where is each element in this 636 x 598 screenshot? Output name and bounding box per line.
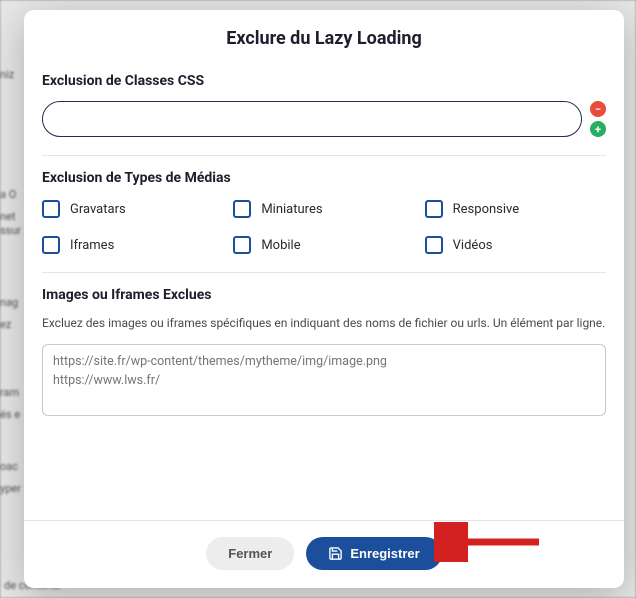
save-icon: [328, 546, 343, 561]
bg-text: ram: [0, 386, 19, 399]
modal-body: Exclusion de Classes CSS − + Exclusion d…: [24, 59, 624, 520]
checkbox-miniatures[interactable]: Miniatures: [233, 200, 414, 218]
bg-text: ssur: [0, 224, 21, 237]
checkbox-label: Responsive: [453, 202, 520, 217]
checkbox-iframes[interactable]: Iframes: [42, 236, 223, 254]
modal-title: Exclure du Lazy Loading: [24, 10, 624, 59]
add-icon[interactable]: +: [590, 121, 606, 137]
checkbox-label: Miniatures: [261, 202, 322, 217]
modal-footer: Fermer Enregistrer: [24, 520, 624, 588]
checkbox-box: [425, 200, 443, 218]
section-title-excluded: Images ou Iframes Exclues: [42, 287, 606, 303]
excluded-urls-textarea[interactable]: [42, 344, 606, 416]
checkbox-label: Mobile: [261, 238, 300, 253]
checkbox-box: [42, 200, 60, 218]
bg-text: yper: [0, 482, 21, 495]
checkbox-label: Iframes: [70, 238, 114, 253]
checkbox-responsive[interactable]: Responsive: [425, 200, 606, 218]
bg-text: a O: [0, 188, 16, 201]
checkbox-label: Vidéos: [453, 238, 493, 253]
save-button[interactable]: Enregistrer: [306, 537, 441, 570]
section-title-css: Exclusion de Classes CSS: [42, 73, 606, 89]
section-media-types: Exclusion de Types de Médias Gravatars M…: [42, 156, 606, 273]
checkbox-box: [425, 236, 443, 254]
bg-text: nag: [0, 296, 18, 309]
checkbox-box: [233, 236, 251, 254]
save-button-label: Enregistrer: [350, 546, 419, 561]
checkbox-videos[interactable]: Vidéos: [425, 236, 606, 254]
modal-dialog: Exclure du Lazy Loading Exclusion de Cla…: [24, 10, 624, 588]
checkbox-label: Gravatars: [70, 202, 126, 217]
section-title-media: Exclusion de Types de Médias: [42, 170, 606, 186]
css-input-row: − +: [42, 101, 606, 137]
checkbox-box: [233, 200, 251, 218]
css-class-input[interactable]: [42, 101, 582, 137]
annotation-arrow-icon: [434, 522, 544, 562]
remove-icon[interactable]: −: [590, 101, 606, 117]
bg-text: és e: [0, 408, 20, 421]
close-button[interactable]: Fermer: [206, 537, 294, 570]
bg-text: ez: [0, 318, 11, 331]
section-desc-excluded: Excluez des images ou iframes spécifique…: [42, 315, 606, 332]
bg-text: oac: [0, 460, 18, 473]
checkbox-box: [42, 236, 60, 254]
checkbox-mobile[interactable]: Mobile: [233, 236, 414, 254]
checkbox-gravatars[interactable]: Gravatars: [42, 200, 223, 218]
section-excluded-urls: Images ou Iframes Exclues Excluez des im…: [42, 273, 606, 438]
section-css-exclusion: Exclusion de Classes CSS − +: [42, 59, 606, 156]
row-actions: − +: [590, 101, 606, 137]
bg-text: niz: [0, 68, 14, 81]
bg-text: net: [0, 210, 16, 223]
media-checkbox-grid: Gravatars Miniatures Responsive Iframes …: [42, 200, 606, 254]
